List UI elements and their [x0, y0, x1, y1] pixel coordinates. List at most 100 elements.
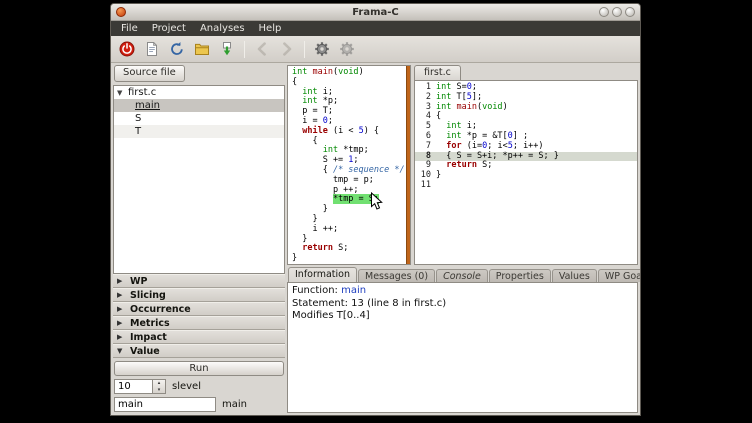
plugin-label: Impact: [130, 332, 167, 343]
source-code[interactable]: 1int S=0;2int T[5];3int main(void)4{5 in…: [414, 80, 638, 265]
main-function-row: main main: [114, 396, 284, 413]
load-session-button[interactable]: [191, 39, 213, 60]
tree-item-label: T: [135, 126, 141, 137]
forward-icon: [279, 41, 295, 57]
plugin-metrics[interactable]: ▶ Metrics: [113, 316, 285, 330]
window-controls: [599, 7, 635, 17]
save-session-button[interactable]: [216, 39, 238, 60]
analyses-button[interactable]: [311, 39, 333, 60]
function-main-link[interactable]: main: [341, 285, 366, 296]
tree-root-label: first.c: [128, 87, 156, 98]
source-tab-first-c[interactable]: first.c: [414, 65, 461, 80]
plugin-value[interactable]: ▼Value: [113, 344, 285, 358]
tab-console[interactable]: Console: [436, 269, 488, 282]
collapse-icon[interactable]: ▼: [117, 89, 128, 97]
right-area: int main(void){ int i; int *p; p = T; i …: [287, 65, 638, 413]
console-button[interactable]: [141, 39, 163, 60]
tab-values[interactable]: Values: [552, 269, 597, 282]
maximize-button[interactable]: [612, 7, 622, 17]
tree-item-label: S: [135, 113, 141, 124]
cil-line[interactable]: int main(void): [292, 68, 406, 78]
information-content: Function: mainStatement: 13 (line 8 in f…: [287, 282, 638, 413]
run-button[interactable]: Run: [114, 361, 284, 376]
expand-icon: ▶: [117, 333, 126, 341]
info-line: Function: main: [292, 285, 633, 298]
minimize-button[interactable]: [599, 7, 609, 17]
cil-code-pane: int main(void){ int i; int *p; p = T; i …: [287, 65, 411, 265]
slevel-steppers: ▴ ▾: [152, 380, 165, 393]
info-line: Modifies T[0..4]: [292, 310, 633, 323]
source-file-button[interactable]: Source file: [114, 65, 185, 82]
window-title: Frama-C: [111, 7, 640, 18]
gear-icon: [314, 41, 330, 57]
tab-information[interactable]: Information: [288, 267, 357, 282]
folder-icon: [194, 41, 210, 57]
tree-item-t[interactable]: T: [114, 125, 284, 138]
main-area: Source file ▼first.cmainST ▶WP▶Slicing▶O…: [111, 63, 640, 415]
expand-icon: ▶: [117, 291, 126, 299]
expand-icon: ▶: [117, 277, 126, 285]
selected-statement[interactable]: *tmp = S;: [333, 194, 379, 204]
close-button[interactable]: [625, 7, 635, 17]
slevel-value[interactable]: 10: [115, 380, 152, 393]
toolbar-separator: [304, 41, 305, 58]
source-line-10[interactable]: 10}: [415, 171, 637, 181]
tree-root-file[interactable]: ▼first.c: [114, 86, 284, 99]
forward-button: [276, 39, 298, 60]
tab-properties[interactable]: Properties: [489, 269, 551, 282]
main-function-input[interactable]: main: [114, 397, 216, 412]
document-icon: [144, 41, 160, 57]
quit-button[interactable]: [116, 39, 138, 60]
toolbar: [111, 36, 640, 63]
plugin-wp[interactable]: ▶ WP: [113, 274, 285, 288]
plugin-impact[interactable]: ▶ Impact: [113, 330, 285, 344]
cil-line[interactable]: return S;: [292, 244, 406, 254]
cil-scrollbar[interactable]: [406, 66, 410, 264]
reload-button[interactable]: [166, 39, 188, 60]
tree-item-label: main: [135, 100, 160, 111]
globals-tree[interactable]: ▼first.cmainST: [113, 85, 285, 274]
source-pane: first.c 1int S=0;2int T[5];3int main(voi…: [414, 65, 638, 265]
main-function-label: main: [222, 399, 247, 410]
source-line-3[interactable]: 3int main(void): [415, 103, 637, 113]
menu-project[interactable]: Project: [145, 21, 193, 36]
source-line-9[interactable]: 9 return S;: [415, 161, 637, 171]
menu-file[interactable]: File: [114, 21, 145, 36]
menu-analyses[interactable]: Analyses: [193, 21, 252, 36]
tree-item-main[interactable]: main: [114, 99, 284, 112]
plugin-label: Slicing: [130, 290, 166, 301]
source-line-11[interactable]: 11: [415, 181, 637, 191]
expand-icon: ▶: [117, 319, 126, 327]
plugin-occurrence[interactable]: ▶Occurrence: [113, 302, 285, 316]
tab-wp-goals[interactable]: WP Goals: [598, 269, 641, 282]
window-menu-icon[interactable]: [116, 7, 126, 17]
tab-messages-0-[interactable]: Messages (0): [358, 269, 435, 282]
expand-icon: ▶: [117, 305, 126, 313]
frama-c-window: Frama-C FileProjectAnalysesHelp Source f…: [110, 3, 641, 416]
save-icon: [219, 41, 235, 57]
slevel-label: slevel: [172, 381, 201, 392]
menu-help[interactable]: Help: [252, 21, 289, 36]
plugin-label: WP: [130, 276, 147, 287]
menubar: FileProjectAnalysesHelp: [111, 21, 640, 36]
stop-button: [336, 39, 358, 60]
toolbar-separator: [244, 41, 245, 58]
desktop: { "window": { "title": "Frama-C", "menu"…: [0, 0, 752, 423]
left-panel: Source file ▼first.cmainST ▶WP▶Slicing▶O…: [113, 65, 285, 413]
back-icon: [254, 41, 270, 57]
cil-line[interactable]: i ++;: [292, 225, 406, 235]
plugin-label: Metrics: [130, 318, 170, 329]
plugin-list: ▶WP▶Slicing▶Occurrence▶Metrics▶Impact▼Va…: [113, 274, 285, 358]
titlebar[interactable]: Frama-C: [111, 4, 640, 21]
code-row: int main(void){ int i; int *p; p = T; i …: [287, 65, 638, 265]
cil-line[interactable]: }: [292, 254, 406, 264]
tree-item-s[interactable]: S: [114, 112, 284, 125]
power-icon: [119, 41, 135, 57]
slevel-spinbox[interactable]: 10 ▴ ▾: [114, 379, 166, 394]
decrement-icon[interactable]: ▾: [153, 387, 165, 394]
cil-code[interactable]: int main(void){ int i; int *p; p = T; i …: [288, 66, 406, 264]
back-button: [251, 39, 273, 60]
collapse-icon: ▼: [117, 347, 126, 355]
plugin-slicing[interactable]: ▶ Slicing: [113, 288, 285, 302]
slevel-row: 10 ▴ ▾ slevel: [114, 378, 284, 395]
